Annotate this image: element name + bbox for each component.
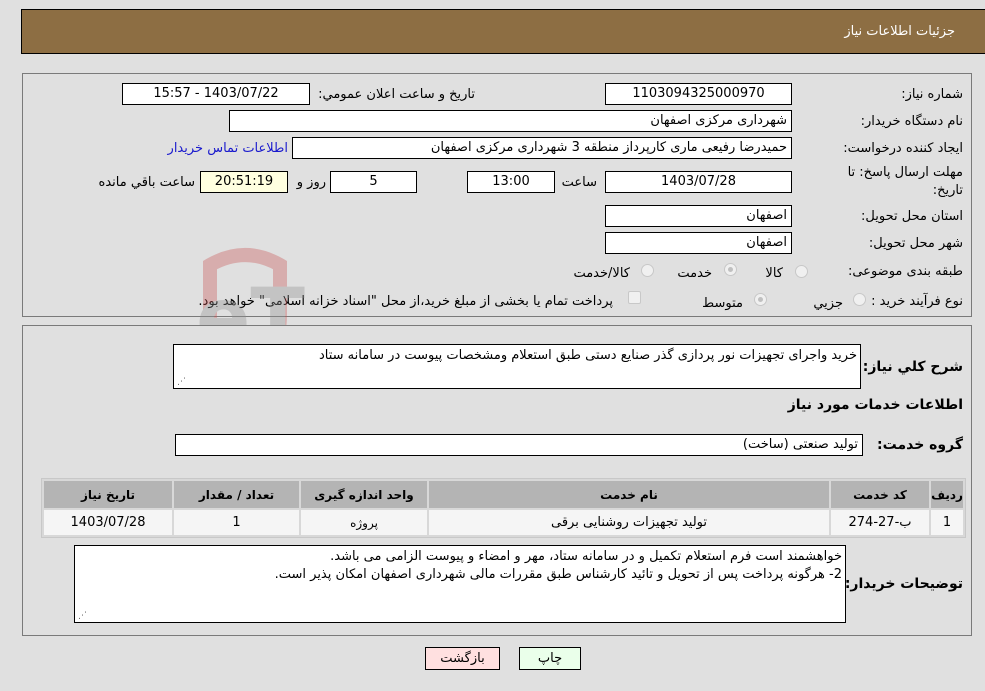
announce-datetime-field[interactable]: 1403/07/22 - 15:57 — [122, 83, 310, 105]
requester-field[interactable]: حمیدرضا رفیعی ماری کارپرداز منطقه 3 شهرد… — [292, 137, 792, 159]
purchase-type-option-medium: متوسط — [702, 296, 743, 311]
service-group-field[interactable]: تولید صنعتی (ساخت) — [175, 434, 863, 456]
cell-unit: پروژه — [301, 510, 427, 535]
purchase-type-option-minor: جزيي — [813, 296, 843, 311]
need-number-field[interactable]: 1103094325000970 — [605, 83, 792, 105]
category-option-service: خدمت — [677, 266, 712, 281]
service-group-label: گروه خدمت: — [877, 437, 963, 453]
remaining-time-field: 20:51:19 — [200, 171, 288, 193]
purchase-type-radio-minor[interactable] — [853, 293, 866, 306]
deadline-date-field[interactable]: 1403/07/28 — [605, 171, 792, 193]
col-header-service-name: نام خدمت — [429, 481, 829, 508]
province-field[interactable]: اصفهان — [605, 205, 792, 227]
description-label: شرح کلي نیاز: — [862, 359, 963, 375]
page-title: جزئیات اطلاعات نیاز — [844, 24, 955, 39]
back-button[interactable]: بازگشت — [425, 647, 500, 670]
cell-need-date: 1403/07/28 — [44, 510, 172, 535]
remaining-time-label: ساعت باقي مانده — [98, 175, 195, 190]
need-details-panel: شرح کلي نیاز: خرید واجرای تجهیزات نور پر… — [22, 325, 972, 636]
table-row: 1 ب-27-274 تولید تجهیزات روشنایی برقی پر… — [44, 510, 963, 535]
print-button[interactable]: چاپ — [519, 647, 581, 670]
buyer-org-label: نام دستگاه خریدار: — [860, 114, 963, 129]
cell-service-code: ب-27-274 — [831, 510, 929, 535]
cell-service-name: تولید تجهیزات روشنایی برقی — [429, 510, 829, 535]
province-label: استان محل تحویل: — [861, 209, 963, 224]
deadline-label-line2: تاریخ: — [932, 183, 963, 198]
purchase-type-label: نوع فرآیند خرید : — [871, 294, 963, 309]
city-label: شهر محل تحویل: — [868, 236, 963, 251]
table-header-row: ردیف کد خدمت نام خدمت واحد اندازه گیری ت… — [44, 481, 963, 508]
cell-quantity: 1 — [174, 510, 299, 535]
buyer-notes-line-1: خواهشمند است فرم استعلام تکمیل و در ساما… — [330, 549, 842, 564]
col-header-service-code: کد خدمت — [831, 481, 929, 508]
announce-datetime-label: تاریخ و ساعت اعلان عمومي: — [318, 87, 475, 102]
category-label: طبقه بندی موضوعی: — [847, 264, 963, 279]
requester-label: ایجاد کننده درخواست: — [843, 141, 963, 156]
buyer-org-field[interactable]: شهرداری مرکزی اصفهان — [229, 110, 792, 132]
buyer-contact-link[interactable]: اطلاعات تماس خریدار — [168, 141, 288, 156]
col-header-row-number: ردیف — [931, 481, 963, 508]
treasury-checkbox[interactable] — [628, 291, 641, 304]
purchase-type-radio-medium[interactable] — [754, 293, 767, 306]
col-header-unit: واحد اندازه گیری — [301, 481, 427, 508]
city-field[interactable]: اصفهان — [605, 232, 792, 254]
category-option-goods-service: کالا/خدمت — [573, 266, 630, 281]
category-radio-goods[interactable] — [795, 265, 808, 278]
need-info-panel: شماره نیاز: 1103094325000970 تاریخ و ساع… — [22, 73, 972, 317]
buyer-notes-line-2: 2- هرگونه پرداخت پس از تحویل و تائید کار… — [274, 567, 842, 582]
description-textarea[interactable]: خرید واجرای تجهیزات نور پردازی گذر صنایع… — [173, 344, 861, 389]
treasury-checkbox-label: پرداخت تمام یا بخشی از مبلغ خرید،از محل … — [198, 294, 613, 309]
buyer-notes-textarea[interactable]: خواهشمند است فرم استعلام تکمیل و در ساما… — [74, 545, 846, 623]
days-label: روز و — [296, 175, 326, 190]
cell-row-number: 1 — [931, 510, 963, 535]
category-option-goods: کالا — [765, 266, 783, 281]
deadline-time-label: ساعت — [561, 175, 597, 190]
category-radio-goods-service[interactable] — [641, 264, 654, 277]
description-text: خرید واجرای تجهیزات نور پردازی گذر صنایع… — [318, 348, 857, 363]
deadline-time-field[interactable]: 13:00 — [467, 171, 555, 193]
page-header: جزئیات اطلاعات نیاز — [21, 9, 985, 54]
remaining-days-field[interactable]: 5 — [330, 171, 417, 193]
deadline-label-line1: مهلت ارسال پاسخ: تا — [847, 165, 963, 180]
col-header-quantity: تعداد / مقدار — [174, 481, 299, 508]
services-heading: اطلاعات خدمات مورد نیاز — [787, 397, 963, 413]
services-table: ردیف کد خدمت نام خدمت واحد اندازه گیری ت… — [41, 478, 966, 538]
category-radio-service[interactable] — [724, 263, 737, 276]
resize-grip-icon[interactable]: ⋰ — [176, 377, 186, 387]
buyer-notes-label: توضیحات خریدار: — [844, 576, 963, 592]
resize-grip-icon[interactable]: ⋰ — [77, 611, 87, 621]
need-number-label: شماره نیاز: — [901, 87, 963, 102]
col-header-need-date: تاریخ نیاز — [44, 481, 172, 508]
